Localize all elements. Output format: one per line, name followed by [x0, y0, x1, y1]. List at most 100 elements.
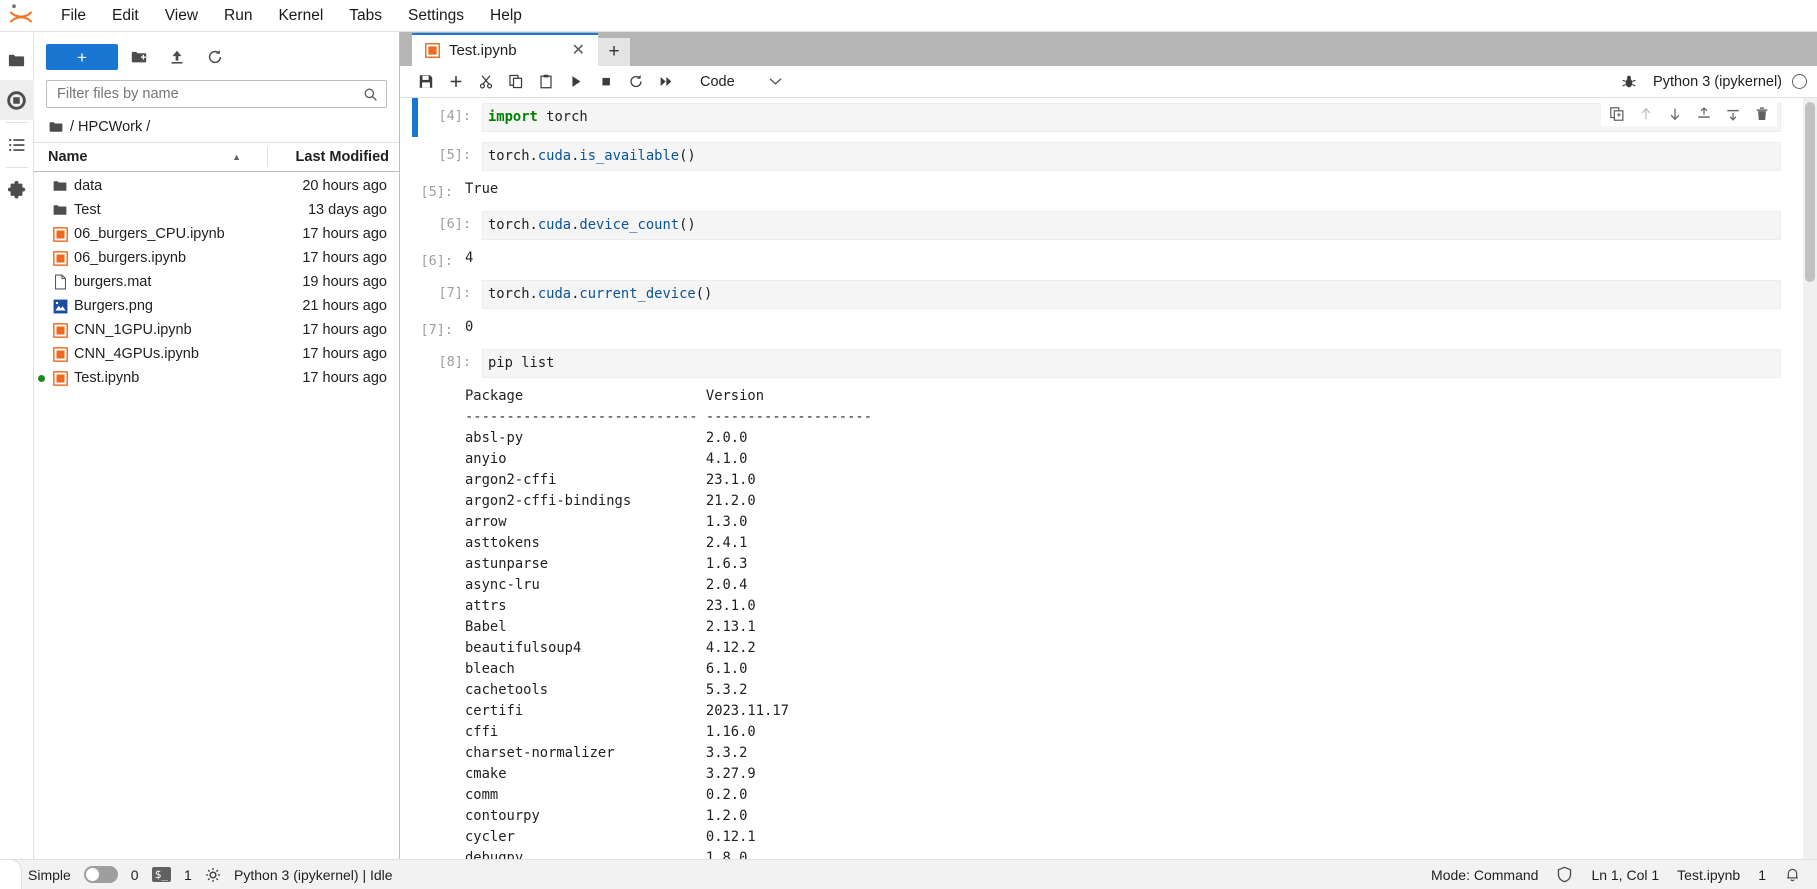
- menu-item-view[interactable]: View: [152, 2, 211, 30]
- output-text: True: [465, 181, 499, 197]
- delete-cell-icon[interactable]: [1753, 105, 1770, 122]
- file-list-item[interactable]: burgers.mat 19 hours ago: [34, 270, 399, 294]
- file-list-item[interactable]: data 20 hours ago: [34, 174, 399, 198]
- file-list: data 20 hours ago Test 13 days ago 06_burger…: [34, 172, 399, 859]
- menu-item-settings[interactable]: Settings: [395, 2, 477, 30]
- duplicate-cell-icon[interactable]: [1608, 105, 1625, 122]
- current-file-label: Test.ipynb: [1677, 866, 1741, 883]
- column-header-name[interactable]: Name ▲: [34, 149, 267, 165]
- interrupt-kernel-button[interactable]: [592, 69, 620, 95]
- file-list-item[interactable]: 06_burgers_CPU.ipynb 17 hours ago: [34, 222, 399, 246]
- file-browser-icon[interactable]: [0, 40, 34, 80]
- menu-item-file[interactable]: File: [48, 2, 99, 30]
- file-list-item[interactable]: CNN_1GPU.ipynb 17 hours ago: [34, 318, 399, 342]
- kernel-status-indicator: [1792, 74, 1807, 89]
- running-terminals-icon[interactable]: [0, 80, 34, 120]
- upload-icon[interactable]: [160, 43, 194, 71]
- menu-item-edit[interactable]: Edit: [99, 2, 152, 30]
- restart-kernel-button[interactable]: [622, 69, 650, 95]
- output-text: Package Version ------------------------…: [465, 388, 873, 859]
- close-icon[interactable]: ✕: [569, 42, 588, 59]
- notification-count: 1: [1758, 866, 1766, 883]
- paste-cells-button[interactable]: [532, 69, 560, 95]
- code-token: (): [679, 148, 696, 164]
- file-list-item[interactable]: Burgers.png 21 hours ago: [34, 294, 399, 318]
- file-modified: 19 hours ago: [302, 274, 387, 290]
- notebook-cell[interactable]: [8]: pip list: [400, 344, 1803, 383]
- cell-editor[interactable]: torch.cuda.is_available(): [482, 142, 1781, 171]
- insert-cell-above-icon[interactable]: [1695, 105, 1712, 122]
- notebook-icon: [48, 346, 72, 362]
- status-right: Mode: Command Ln 1, Col 1 Test.ipynb 1: [1431, 866, 1801, 883]
- column-header-name-label: Name: [48, 149, 88, 165]
- settings-gear-icon[interactable]: [205, 867, 221, 883]
- file-name: Test.ipynb: [74, 370, 140, 386]
- notebook-cell[interactable]: [7]: torch.cuda.current_device(): [400, 275, 1803, 314]
- move-cell-down-icon[interactable]: [1666, 105, 1683, 122]
- output-prompt: [7]:: [420, 322, 453, 338]
- cell-source: import torch: [488, 107, 1780, 128]
- menu-item-tabs[interactable]: Tabs: [336, 2, 395, 30]
- notebook-cell[interactable]: [4]: import torch: [400, 98, 1803, 137]
- menu-item-help[interactable]: Help: [477, 2, 535, 30]
- cell-input-row: [7]: torch.cuda.current_device(): [418, 275, 1803, 314]
- refresh-icon[interactable]: [198, 43, 232, 71]
- cut-cells-button[interactable]: [472, 69, 500, 95]
- run-cell-button[interactable]: [562, 69, 590, 95]
- save-button[interactable]: [412, 69, 440, 95]
- notebook-cell[interactable]: [5]: torch.cuda.is_available(): [400, 137, 1803, 176]
- cell-source: pip list: [488, 353, 1780, 374]
- code-token: (): [695, 286, 713, 302]
- activity-sidebar: [0, 32, 34, 859]
- copy-cells-button[interactable]: [502, 69, 530, 95]
- simple-mode-toggle[interactable]: [83, 866, 118, 883]
- insert-cell-below-icon[interactable]: [1724, 105, 1741, 122]
- column-header-last-modified[interactable]: Last Modified: [267, 147, 399, 167]
- file-list-item[interactable]: Test 13 days ago: [34, 198, 399, 222]
- running-indicator-dot: [34, 374, 48, 382]
- notebook-cell[interactable]: [6]: torch.cuda.device_count(): [400, 206, 1803, 245]
- cell-editor[interactable]: torch.cuda.device_count(): [482, 211, 1781, 240]
- notebook-scrollbar[interactable]: [1803, 98, 1817, 859]
- output-prompt: [5]:: [420, 184, 453, 200]
- move-cell-up-icon[interactable]: [1637, 105, 1654, 122]
- cell-type-value: Code: [700, 73, 735, 90]
- notebook-icon: [48, 250, 72, 266]
- cell-source: torch.cuda.is_available(): [488, 146, 1780, 167]
- cell-editor[interactable]: torch.cuda.current_device(): [482, 280, 1781, 309]
- cell-type-select[interactable]: Code: [694, 70, 786, 94]
- new-launcher-button[interactable]: +: [46, 44, 118, 70]
- folder-icon: [48, 178, 72, 194]
- extension-manager-icon[interactable]: [0, 170, 34, 210]
- kernel-name-label[interactable]: Python 3 (ipykernel): [1653, 74, 1782, 90]
- file-filter-box[interactable]: [46, 80, 387, 108]
- menu-item-run[interactable]: Run: [211, 2, 265, 30]
- menu-item-kernel[interactable]: Kernel: [265, 2, 336, 30]
- cell-editor[interactable]: import torch: [482, 103, 1781, 132]
- cursor-position-label[interactable]: Ln 1, Col 1: [1591, 867, 1659, 883]
- statusbar-corner: [0, 859, 22, 889]
- file-list-item[interactable]: Test.ipynb 17 hours ago: [34, 366, 399, 390]
- sort-ascending-icon: ▲: [232, 152, 241, 162]
- cell-editor[interactable]: pip list: [482, 349, 1781, 378]
- table-of-contents-icon[interactable]: [0, 125, 34, 165]
- bug-icon[interactable]: [1615, 69, 1643, 95]
- cell-output: [7]: 0: [400, 314, 1803, 344]
- bell-icon[interactable]: [1784, 866, 1801, 883]
- search-input[interactable]: [55, 85, 363, 103]
- file-list-item[interactable]: CNN_4GPUs.ipynb 17 hours ago: [34, 342, 399, 366]
- file-list-item[interactable]: 06_burgers.ipynb 17 hours ago: [34, 246, 399, 270]
- notebook-toolbar-right: Python 3 (ipykernel): [1615, 69, 1807, 95]
- shield-icon[interactable]: [1556, 866, 1573, 883]
- file-name: CNN_1GPU.ipynb: [74, 322, 192, 338]
- new-folder-icon[interactable]: [122, 43, 156, 71]
- breadcrumb[interactable]: / HPCWork /: [34, 114, 399, 142]
- new-tab-button[interactable]: +: [598, 38, 630, 66]
- cell-prompt: [4]:: [438, 108, 471, 124]
- file-modified: 17 hours ago: [302, 226, 387, 242]
- tab-test-ipynb[interactable]: Test.ipynb ✕: [412, 33, 598, 66]
- editor-mode-label: Mode: Command: [1431, 866, 1539, 883]
- restart-and-run-all-button[interactable]: [652, 69, 680, 95]
- code-token: torch: [537, 109, 588, 125]
- insert-cell-button[interactable]: [442, 69, 470, 95]
